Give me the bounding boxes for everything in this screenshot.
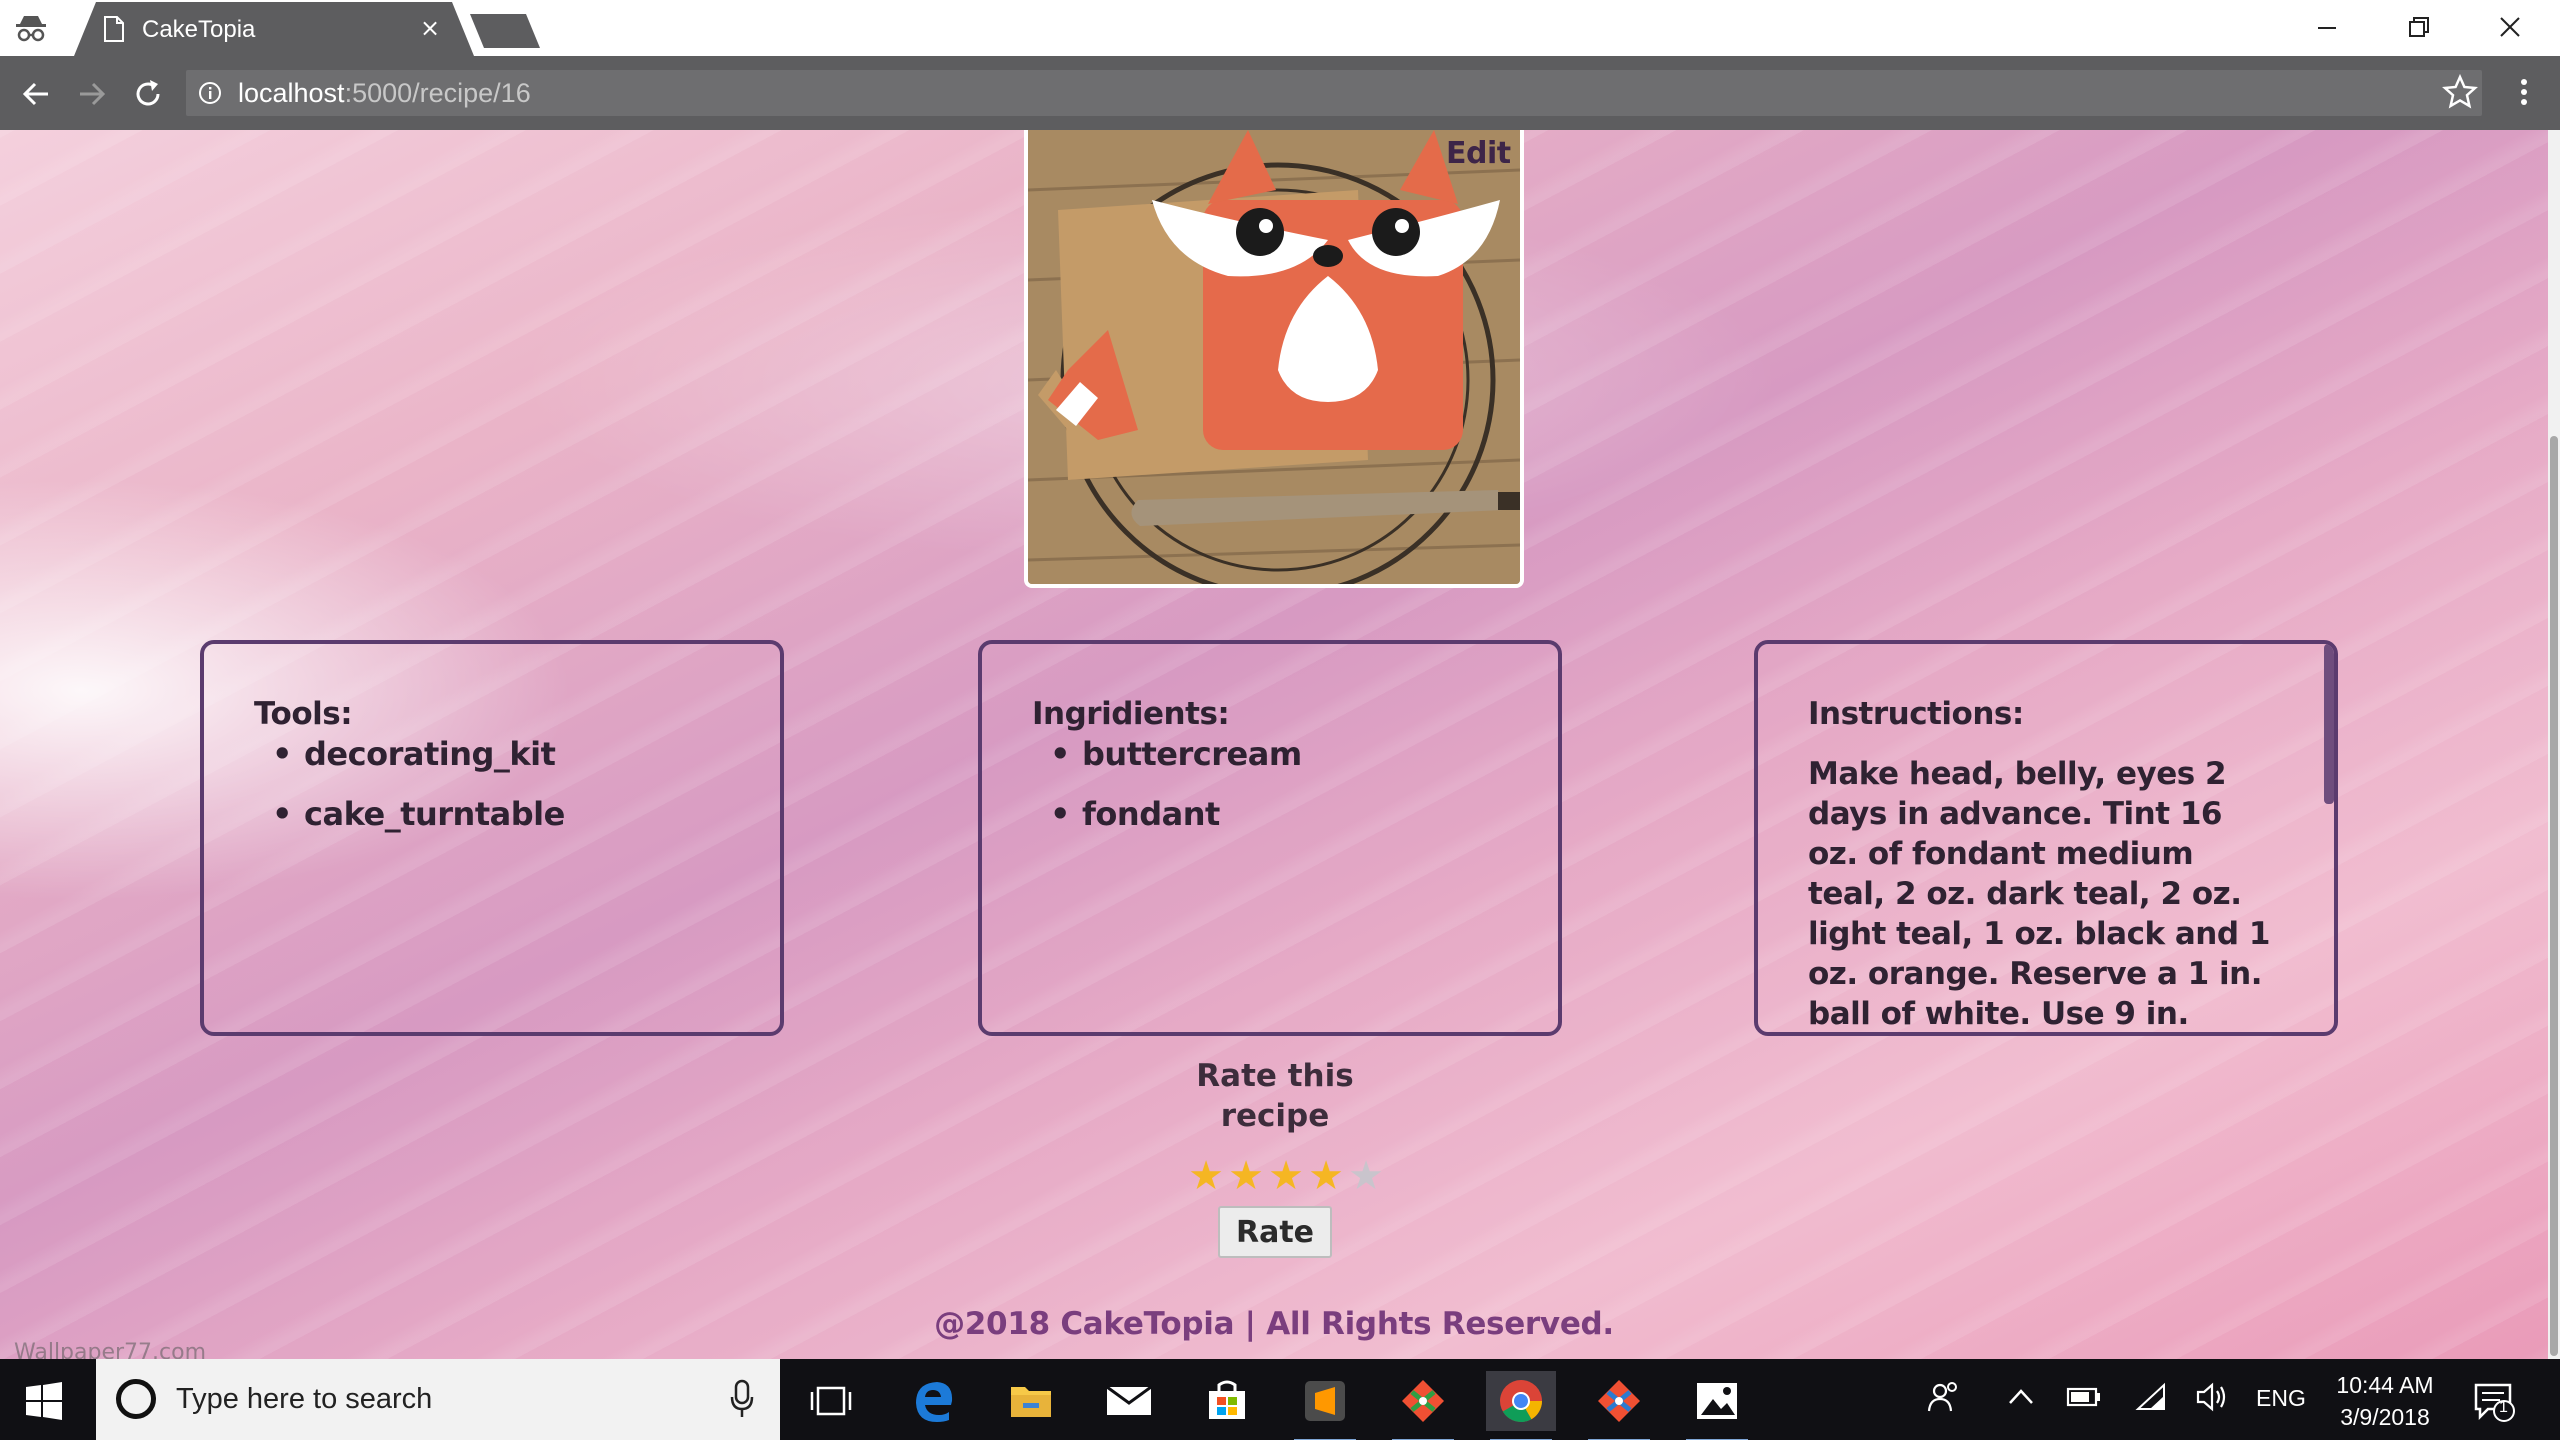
star-icon[interactable]: ★ <box>1266 1156 1306 1196</box>
wifi-icon[interactable] <box>2134 1379 2170 1419</box>
chrome-icon[interactable] <box>1486 1371 1556 1440</box>
edge-icon[interactable] <box>898 1371 968 1431</box>
system-clock[interactable]: 10:44 AM 3/9/2018 <box>2320 1369 2450 1433</box>
url-host: localhost <box>238 78 345 108</box>
minimize-button[interactable] <box>2296 10 2356 46</box>
instructions-text: Make head, belly, eyes 2 days in advance… <box>1808 756 2270 1032</box>
url-path: :5000/recipe/16 <box>344 78 531 108</box>
info-icon[interactable] <box>198 81 222 105</box>
instructions-title: Instructions: <box>1808 696 2024 732</box>
battery-icon[interactable] <box>2066 1379 2102 1419</box>
tools-list-item: decorating_kit <box>272 734 730 774</box>
cortana-icon <box>116 1379 156 1419</box>
restore-button[interactable] <box>2388 10 2448 46</box>
rate-heading: Rate this recipe <box>1196 1058 1354 1134</box>
people-icon[interactable] <box>1926 1379 1962 1419</box>
page-scrollbar[interactable] <box>2548 130 2560 1359</box>
page-icon <box>104 16 124 42</box>
forward-button[interactable] <box>74 76 110 112</box>
language-indicator[interactable]: ENG <box>2256 1385 2306 1425</box>
instructions-card[interactable]: Instructions: Make head, belly, eyes 2 d… <box>1754 640 2338 1036</box>
instructions-scroll-thumb[interactable] <box>2324 644 2334 804</box>
taskbar-search[interactable]: Type here to search <box>96 1359 780 1440</box>
page-scroll-thumb[interactable] <box>2550 436 2558 1356</box>
rate-button[interactable]: Rate <box>1218 1206 1332 1258</box>
close-window-button[interactable] <box>2480 10 2540 46</box>
browser-tab-bar: CakeTopia × <box>0 0 2560 56</box>
ingredients-title: Ingridients: <box>1032 696 1230 732</box>
git-gui-icon[interactable] <box>1388 1371 1458 1440</box>
chevron-up-icon[interactable] <box>2006 1379 2036 1419</box>
tab-caketopia[interactable]: CakeTopia × <box>74 2 474 56</box>
page-viewport: Edit Tools: decorating_kit cake_turntabl… <box>0 130 2560 1359</box>
ingredients-list-item: buttercream <box>1050 734 1508 774</box>
microphone-icon[interactable] <box>730 1379 754 1419</box>
browser-toolbar: localhost:5000/recipe/16 <box>0 56 2560 130</box>
sublime-text-icon[interactable] <box>1290 1371 1360 1440</box>
tools-list-item: cake_turntable <box>272 794 730 834</box>
watermark: Wallpaper77.com <box>14 1340 207 1359</box>
windows-taskbar: Type here to search ENG 10:44 AM 3/9/201… <box>0 1359 2560 1440</box>
tab-close-icon[interactable]: × <box>420 14 440 42</box>
instructions-scrollbar[interactable] <box>2322 644 2334 1032</box>
tools-card: Tools: decorating_kit cake_turntable <box>200 640 784 1036</box>
tools-list: decorating_kit cake_turntable <box>254 734 730 834</box>
tools-title: Tools: <box>254 696 353 732</box>
mail-icon[interactable] <box>1094 1371 1164 1431</box>
ingredients-list: buttercream fondant <box>1032 734 1508 834</box>
clock-date: 3/9/2018 <box>2340 1404 2430 1430</box>
star-icon[interactable]: ★ <box>1346 1156 1386 1196</box>
windows-start-icon[interactable] <box>24 1381 64 1421</box>
ingredients-card: Ingridients: buttercream fondant <box>978 640 1562 1036</box>
action-center-icon[interactable]: 1 <box>2472 1379 2516 1423</box>
volume-icon[interactable] <box>2194 1379 2230 1419</box>
address-bar[interactable]: localhost:5000/recipe/16 <box>186 70 2482 116</box>
new-tab-button[interactable] <box>470 14 540 48</box>
browser-menu-icon[interactable] <box>2514 74 2534 110</box>
star-icon[interactable]: ★ <box>1186 1156 1226 1196</box>
photos-icon[interactable] <box>1682 1371 1752 1440</box>
back-button[interactable] <box>18 76 54 112</box>
notification-count: 1 <box>2499 1399 2508 1416</box>
ingredients-list-item: fondant <box>1050 794 1508 834</box>
git-bash-icon[interactable] <box>1584 1371 1654 1440</box>
search-placeholder: Type here to search <box>176 1383 433 1415</box>
star-icon[interactable]: ★ <box>1226 1156 1266 1196</box>
star-icon[interactable]: ★ <box>1306 1156 1346 1196</box>
star-rating[interactable]: ★ ★ ★ ★ ★ <box>1186 1156 1386 1196</box>
footer-copyright: @2018 CakeTopia | All Rights Reserved. <box>934 1306 1614 1342</box>
reload-button[interactable] <box>130 76 166 112</box>
incognito-icon <box>14 12 48 44</box>
recipe-image <box>1024 130 1524 588</box>
tab-title: CakeTopia <box>142 16 256 43</box>
file-explorer-icon[interactable] <box>996 1371 1066 1431</box>
clock-time: 10:44 AM <box>2336 1372 2434 1398</box>
store-icon[interactable] <box>1192 1371 1262 1431</box>
url-text: localhost:5000/recipe/16 <box>238 78 531 109</box>
bookmark-star-icon[interactable] <box>2442 73 2478 110</box>
task-view-icon[interactable] <box>796 1371 866 1431</box>
edit-link[interactable]: Edit <box>1446 136 1511 171</box>
